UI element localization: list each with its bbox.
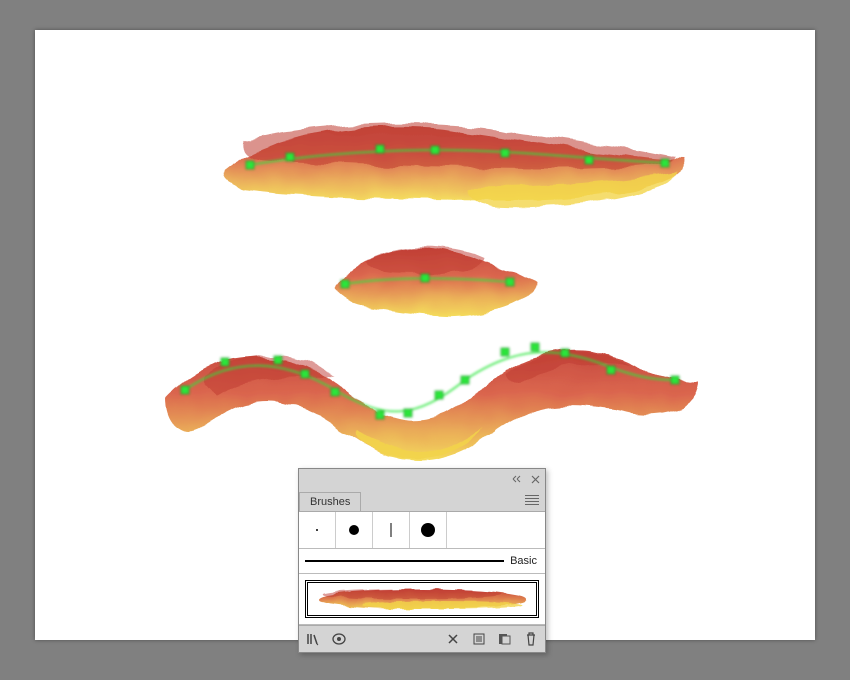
remove-stroke-icon[interactable]	[445, 631, 461, 647]
anchor-point[interactable]	[461, 376, 469, 384]
anchor-point[interactable]	[661, 159, 669, 167]
brush-stroke-1[interactable]	[224, 123, 685, 206]
anchor-point[interactable]	[671, 376, 679, 384]
new-brush-icon[interactable]	[497, 631, 513, 647]
panel-body: Basic	[299, 512, 545, 625]
swatch-thin-line[interactable]	[373, 512, 410, 548]
panel-footer	[299, 625, 545, 652]
delete-icon[interactable]	[523, 631, 539, 647]
anchor-point[interactable]	[301, 370, 309, 378]
collapse-icon[interactable]	[511, 473, 523, 485]
watercolor-brush-preview[interactable]	[305, 580, 539, 618]
stroke-options-icon[interactable]	[471, 631, 487, 647]
brushes-panel[interactable]: Brushes Basic	[298, 468, 546, 653]
anchor-point[interactable]	[246, 161, 254, 169]
brush-options-icon[interactable]	[331, 631, 347, 647]
basic-label: Basic	[510, 555, 537, 567]
close-icon[interactable]	[529, 473, 541, 485]
anchor-point[interactable]	[221, 358, 229, 366]
anchor-point[interactable]	[561, 349, 569, 357]
anchor-point[interactable]	[435, 391, 443, 399]
swatch-med-dot[interactable]	[336, 512, 373, 548]
anchor-point[interactable]	[274, 356, 282, 364]
tab-brushes[interactable]: Brushes	[299, 492, 361, 511]
libraries-icon[interactable]	[305, 631, 321, 647]
anchor-point[interactable]	[607, 366, 615, 374]
anchor-point[interactable]	[421, 274, 429, 282]
panel-tabs: Brushes	[299, 489, 545, 512]
brush-basic-row[interactable]: Basic	[299, 549, 545, 574]
anchor-point[interactable]	[376, 145, 384, 153]
swatch-big-dot[interactable]	[410, 512, 447, 548]
anchor-point[interactable]	[181, 386, 189, 394]
brush-preview-row[interactable]	[299, 574, 545, 625]
anchor-point[interactable]	[404, 409, 412, 417]
anchor-point[interactable]	[341, 280, 349, 288]
swatch-row	[299, 512, 545, 549]
anchor-point[interactable]	[501, 348, 509, 356]
swatch-tiny-dot[interactable]	[299, 512, 336, 548]
anchor-point[interactable]	[585, 156, 593, 164]
anchor-point[interactable]	[531, 343, 539, 351]
anchor-point[interactable]	[286, 153, 294, 161]
panel-titlebar[interactable]	[299, 469, 545, 489]
anchor-point[interactable]	[501, 149, 509, 157]
anchor-point[interactable]	[506, 278, 514, 286]
anchor-point[interactable]	[331, 388, 339, 396]
anchor-point[interactable]	[376, 411, 384, 419]
flyout-menu-icon[interactable]	[523, 493, 541, 507]
basic-stroke-icon	[305, 560, 504, 562]
anchor-point[interactable]	[431, 146, 439, 154]
